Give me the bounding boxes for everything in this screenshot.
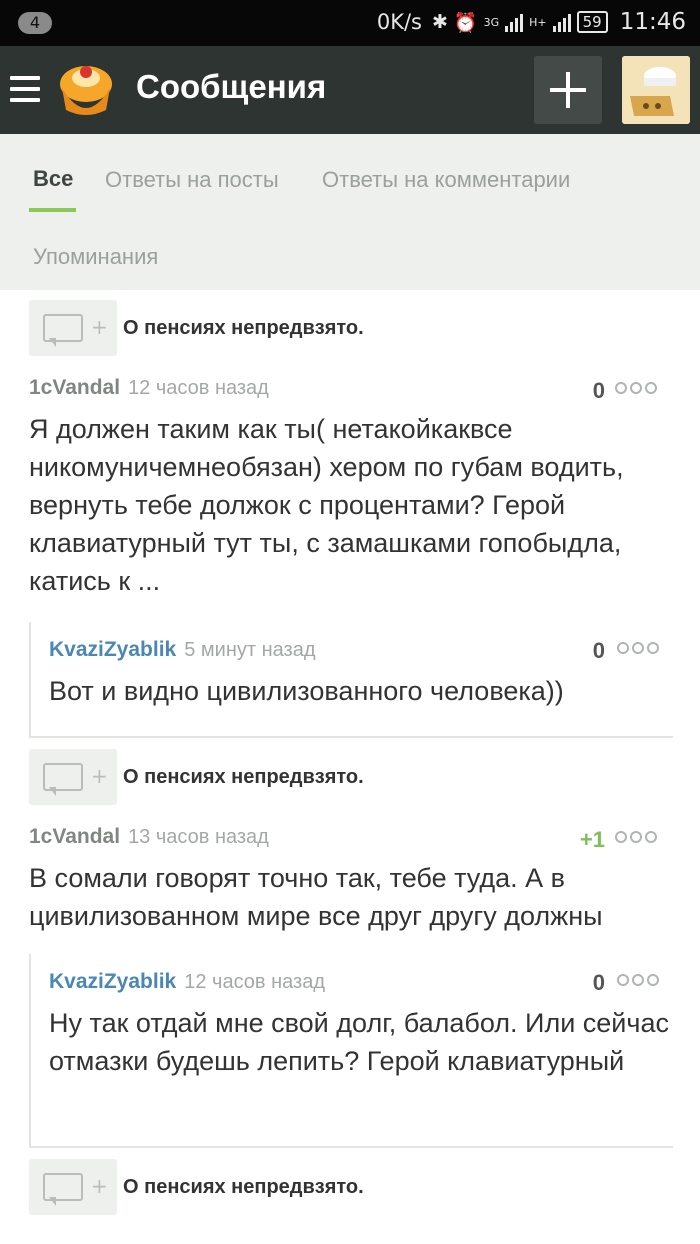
more-options-icon[interactable] bbox=[617, 642, 659, 654]
status-bar: 4 0K/s ✱ ⏰ 3G H+ 59 11:46 bbox=[0, 0, 700, 46]
network-h-label: H+ bbox=[529, 15, 547, 29]
plus-icon: + bbox=[91, 315, 108, 339]
avatar[interactable] bbox=[622, 56, 690, 124]
tab-all[interactable]: Все bbox=[33, 166, 73, 192]
network-speed: 0K/s bbox=[376, 10, 422, 34]
more-options-icon[interactable] bbox=[617, 974, 659, 986]
signal-3g-icon bbox=[505, 12, 524, 32]
tab-mentions[interactable]: Упоминания bbox=[33, 244, 158, 270]
comment-post-button[interactable]: + bbox=[29, 300, 117, 356]
clock: 11:46 bbox=[619, 9, 686, 35]
post-title[interactable]: О пенсиях непредвзято. bbox=[123, 766, 364, 789]
more-options-icon[interactable] bbox=[615, 831, 657, 843]
more-options-icon[interactable] bbox=[615, 382, 657, 394]
reply-time: 12 часов назад bbox=[184, 971, 326, 993]
comment-time: 12 часов назад bbox=[128, 377, 269, 399]
signal-h-icon bbox=[552, 12, 571, 32]
post-title[interactable]: О пенсиях непредвзято. bbox=[123, 1176, 364, 1199]
network-3g-label: 3G bbox=[483, 15, 500, 29]
plus-icon: + bbox=[91, 764, 108, 788]
cupcake-logo-icon bbox=[60, 66, 112, 115]
comment-text: Я должен таким как ты( нетакойкаквсе ник… bbox=[29, 414, 624, 596]
notification-count-badge: 4 bbox=[18, 12, 52, 34]
alarm-icon: ⏰ bbox=[453, 11, 478, 34]
app-bar: Сообщения bbox=[0, 46, 700, 134]
bluetooth-icon: ✱ bbox=[431, 11, 448, 33]
reply-text: Ну так отдай мне свой долг, балабол. Или… bbox=[49, 1008, 669, 1076]
comment-rating: 0 bbox=[592, 378, 605, 403]
comment-text: В сомали говорят точно так, тебе туда. А… bbox=[29, 863, 603, 931]
comment-post-button[interactable]: + bbox=[29, 749, 117, 805]
comment-author[interactable]: 1cVandal bbox=[29, 376, 120, 400]
comment-post-button[interactable]: + bbox=[29, 1159, 117, 1215]
reply-rating: 0 bbox=[592, 970, 605, 995]
page-title: Сообщения bbox=[136, 68, 327, 105]
filter-tabs: Все Ответы на посты Ответы на комментари… bbox=[0, 134, 700, 290]
battery-icon: 59 bbox=[576, 11, 608, 33]
reply-author[interactable]: KvaziZyablik bbox=[49, 638, 176, 662]
comment-author[interactable]: 1cVandal bbox=[29, 825, 120, 849]
tab-comment-replies[interactable]: Ответы на комментарии bbox=[322, 167, 570, 193]
comment: 1cVandal 13 часов назад +1 В сомали гово… bbox=[29, 825, 669, 935]
active-tab-indicator bbox=[29, 208, 76, 212]
comment-rating: +1 bbox=[579, 827, 605, 852]
comment: 1cVandal 12 часов назад 0 Я должен таким… bbox=[29, 376, 669, 600]
reply-comment: KvaziZyablik 5 минут назад 0 Вот и видно… bbox=[29, 622, 673, 738]
post-link[interactable]: + О пенсиях непредвзято. bbox=[29, 748, 364, 806]
tab-post-replies[interactable]: Ответы на посты bbox=[105, 167, 279, 193]
reply-author[interactable]: KvaziZyablik bbox=[49, 970, 176, 994]
reply-rating: 0 bbox=[592, 638, 605, 663]
reply-comment: KvaziZyablik 12 часов назад 0 Ну так отд… bbox=[29, 954, 673, 1148]
reply-time: 5 минут назад bbox=[184, 639, 316, 661]
comment-time: 13 часов назад bbox=[128, 826, 269, 848]
post-title[interactable]: О пенсиях непредвзято. bbox=[123, 317, 364, 340]
add-post-button[interactable] bbox=[534, 56, 602, 124]
post-link[interactable]: + О пенсиях непредвзято. bbox=[29, 299, 364, 357]
post-link[interactable]: + О пенсиях непредвзято. bbox=[29, 1158, 364, 1216]
plus-icon: + bbox=[91, 1174, 108, 1198]
reply-text: Вот и видно цивилизованного человека)) bbox=[49, 676, 564, 706]
menu-icon[interactable] bbox=[10, 76, 40, 102]
